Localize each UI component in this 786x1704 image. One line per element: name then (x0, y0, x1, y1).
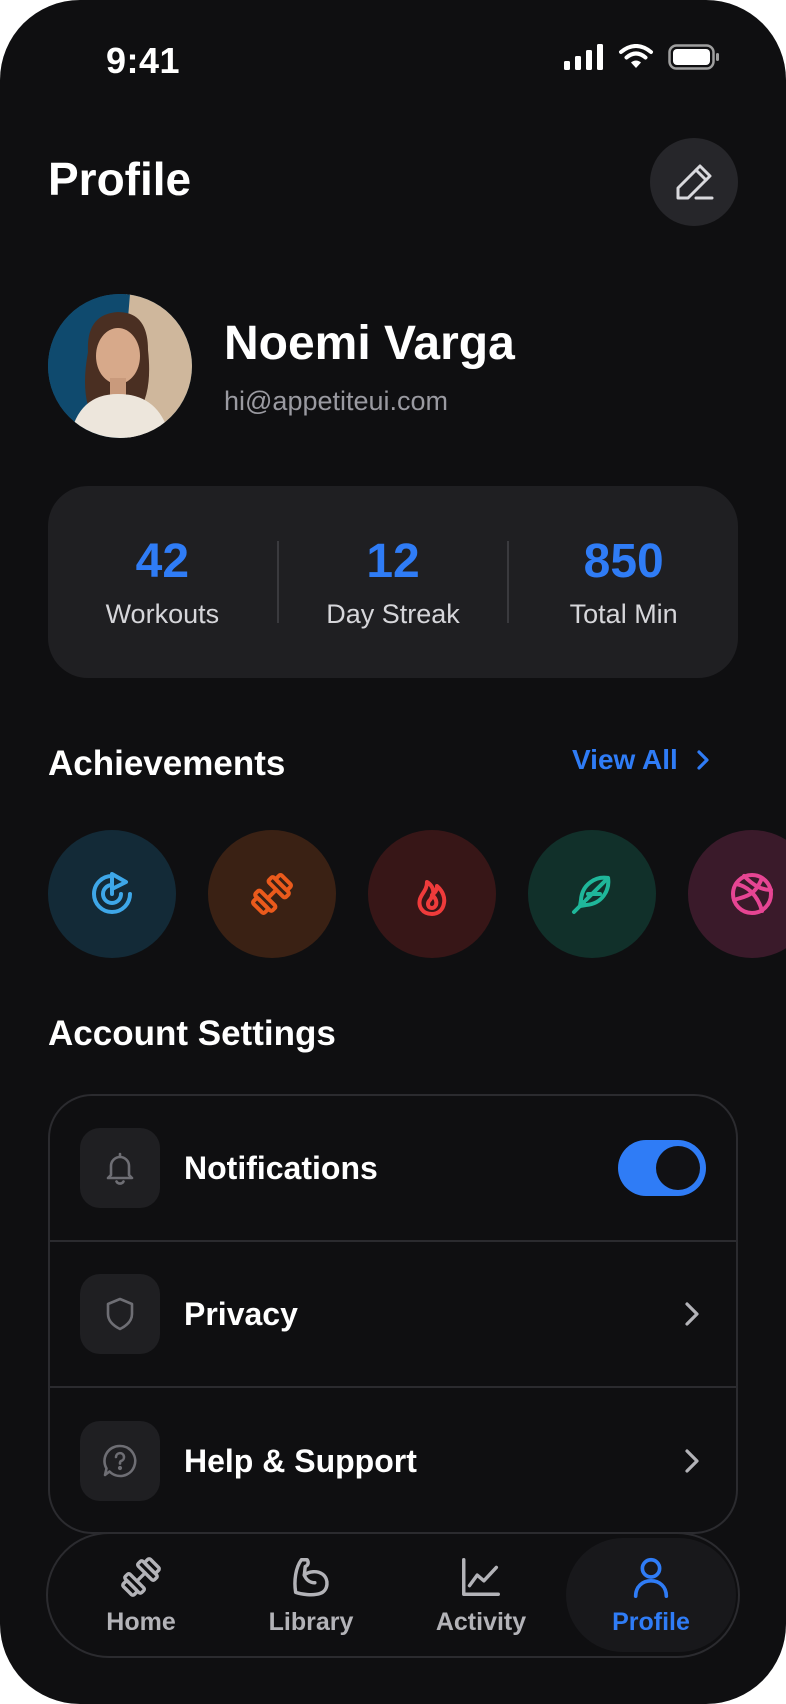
avatar[interactable] (48, 294, 192, 438)
nav-label: Home (106, 1607, 176, 1636)
setting-label: Notifications (184, 1149, 378, 1186)
battery-icon (668, 44, 719, 70)
stats-card: 42 Workouts 12 Day Streak 850 Total Min (48, 486, 738, 678)
nav-label: Activity (435, 1607, 527, 1636)
chevron-right-icon (685, 1302, 699, 1326)
stat-value: 850 (583, 535, 664, 588)
setting-label: Help & Support (184, 1442, 417, 1479)
dumbbell-icon (121, 1556, 161, 1597)
user-icon (633, 1557, 669, 1598)
stat-workouts: 42 Workouts (48, 534, 277, 630)
stat-value: 12 (366, 535, 420, 588)
bell-icon (106, 1152, 134, 1185)
status-icons (564, 44, 720, 70)
setting-privacy[interactable]: Privacy (50, 1242, 736, 1388)
shield-icon (106, 1297, 134, 1331)
status-time: 9:41 (106, 40, 181, 81)
nav-home[interactable]: Home (56, 1538, 226, 1652)
dumbbell-icon (251, 873, 293, 915)
setting-icon-box (80, 1421, 160, 1501)
account-settings-title: Account Settings (48, 1014, 336, 1053)
target-icon (92, 872, 132, 914)
stat-label: Day Streak (326, 599, 460, 629)
feather-icon (572, 875, 611, 914)
page-title: Profile (48, 153, 192, 205)
help-chat-icon (103, 1444, 137, 1478)
phone-screen: 9:41 Profile Noemi Varga hi@appetiteui.c… (0, 0, 786, 1704)
stat-total-min: 850 Total Min (509, 534, 738, 630)
achievements-row (48, 830, 786, 960)
nav-profile[interactable]: Profile (566, 1538, 736, 1652)
view-all-link[interactable]: View All (572, 744, 710, 776)
chevron-right-icon (685, 1449, 699, 1473)
muscle-icon (293, 1557, 329, 1596)
avatar-photo (48, 294, 192, 438)
achievement-badge[interactable] (208, 830, 336, 958)
view-all-label: View All (572, 744, 678, 775)
achievement-badge[interactable] (368, 830, 496, 958)
nav-label: Library (268, 1607, 354, 1636)
stat-label: Total Min (569, 599, 678, 629)
setting-label: Privacy (184, 1295, 298, 1332)
achievement-badge[interactable] (48, 830, 176, 958)
toggle-knob (656, 1146, 700, 1190)
signal-icon (564, 44, 603, 70)
setting-help-support[interactable]: Help & Support (50, 1388, 736, 1532)
user-email: hi@appetiteui.com (224, 386, 449, 416)
pencil-icon (676, 164, 714, 200)
nav-label: Profile (612, 1607, 690, 1636)
chevron-right-icon (697, 750, 709, 770)
achievement-badge[interactable] (688, 830, 786, 958)
bottom-nav: Home Library Activity Profile (46, 1532, 740, 1658)
achievement-badge[interactable] (528, 830, 656, 958)
nav-activity[interactable]: Activity (396, 1538, 566, 1652)
setting-icon-box (80, 1128, 160, 1208)
settings-list: Notifications Privacy Help & Support (48, 1094, 738, 1534)
stat-value: 42 (135, 535, 190, 588)
user-name: Noemi Varga (224, 317, 515, 370)
wifi-icon (619, 44, 653, 68)
notifications-toggle[interactable] (618, 1140, 706, 1196)
nav-library[interactable]: Library (226, 1538, 396, 1652)
basketball-icon (731, 873, 773, 915)
edit-profile-button[interactable] (650, 138, 738, 226)
chart-icon (462, 1557, 500, 1596)
achievements-title: Achievements (48, 744, 286, 783)
stat-day-streak: 12 Day Streak (279, 534, 508, 630)
stat-label: Workouts (105, 599, 220, 629)
flame-icon (417, 880, 447, 916)
setting-icon-box (80, 1274, 160, 1354)
setting-notifications[interactable]: Notifications (50, 1096, 736, 1242)
